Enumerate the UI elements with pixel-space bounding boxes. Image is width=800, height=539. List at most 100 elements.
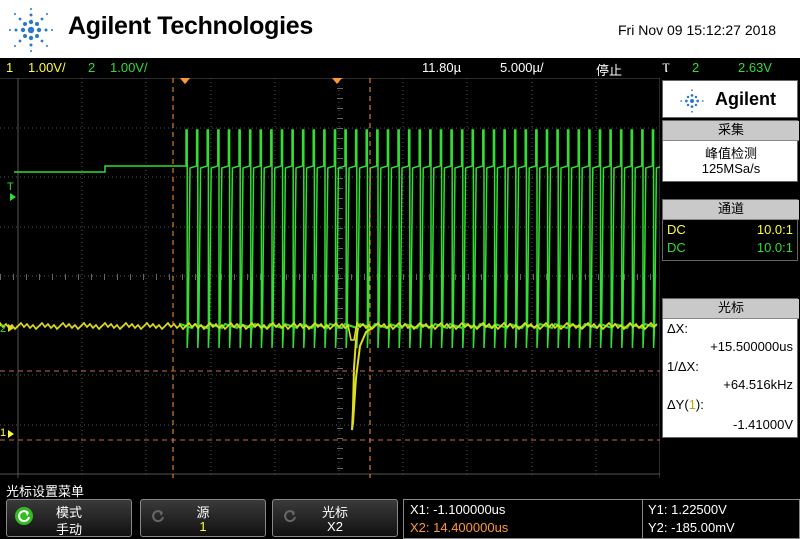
axis-tick bbox=[337, 408, 343, 409]
trigger-level[interactable]: 2.63V bbox=[738, 60, 772, 75]
sample-rate: 125MSa/s bbox=[701, 161, 761, 176]
axis-tick bbox=[299, 274, 300, 280]
axis-tick bbox=[337, 438, 343, 439]
axis-tick bbox=[337, 398, 343, 399]
axis-tick bbox=[533, 274, 534, 280]
acquire-mode: 峰值检测 bbox=[704, 147, 757, 162]
axis-tick bbox=[337, 148, 343, 149]
axis-tick bbox=[156, 274, 157, 280]
readout-divider bbox=[642, 500, 643, 538]
axis-tick bbox=[117, 274, 118, 280]
cursor-readout: X1: -1.100000us X2: 14.400000us Y1: 1.22… bbox=[403, 499, 800, 539]
axis-tick bbox=[286, 274, 287, 280]
panel-logo-box: Agilent bbox=[662, 80, 798, 118]
source-softkey[interactable]: 源 1 bbox=[140, 499, 266, 537]
axis-tick bbox=[169, 274, 170, 280]
time-scale[interactable]: 5.000µ/ bbox=[500, 60, 544, 75]
ch1-probe: 10.0:1 bbox=[756, 222, 793, 237]
inv-dx-value: +64.516kHz bbox=[723, 377, 793, 392]
axis-tick bbox=[416, 274, 417, 280]
header-bar: Agilent Technologies Fri Nov 09 15:12:27… bbox=[0, 0, 800, 58]
waveform-display[interactable]: T 2 1 bbox=[0, 78, 660, 478]
axis-tick bbox=[429, 274, 430, 280]
axis-tick bbox=[234, 274, 235, 280]
ch1-number[interactable]: 1 bbox=[6, 60, 13, 75]
trigger-source[interactable]: 2 bbox=[692, 60, 699, 75]
ch2-ground-marker: 2 bbox=[0, 323, 6, 335]
time-delay[interactable]: 11.80µ bbox=[422, 60, 461, 75]
axis-tick bbox=[337, 288, 343, 289]
ch1-scale[interactable]: 1.00V/ bbox=[28, 60, 66, 75]
axis-tick bbox=[26, 274, 27, 280]
mode-softkey[interactable]: 模式 手动 bbox=[6, 499, 132, 538]
axis-tick bbox=[337, 428, 343, 429]
axis-tick bbox=[337, 118, 343, 119]
axis-tick bbox=[312, 274, 313, 280]
axis-tick bbox=[364, 274, 365, 280]
axis-tick bbox=[337, 308, 343, 309]
axis-tick bbox=[337, 108, 343, 109]
axis-tick bbox=[637, 274, 638, 280]
panel-brand: Agilent bbox=[715, 89, 776, 109]
x2-readout: X2: 14.400000us bbox=[410, 520, 509, 535]
axis-tick bbox=[481, 274, 482, 280]
axis-tick bbox=[337, 88, 343, 89]
channel-box[interactable]: 通道 DC 10.0:1 DC 10.0:1 bbox=[662, 199, 799, 261]
cursor-box[interactable]: 光标 ΔX: +15.500000us 1/ΔX: +64.516kHz ΔY(… bbox=[662, 298, 799, 438]
dx-label: ΔX: bbox=[667, 321, 688, 336]
axis-tick bbox=[65, 274, 66, 280]
axis-tick bbox=[337, 458, 343, 459]
acquire-box[interactable]: 采集 峰值检测 125MSa/s bbox=[662, 120, 799, 182]
dy-label: ΔY(1): bbox=[667, 397, 704, 412]
axis-tick bbox=[337, 348, 343, 349]
status-bar: 1 1.00V/ 2 1.00V/ 11.80µ 5.000µ/ 停止 Ⲧ 2 … bbox=[0, 58, 800, 78]
axis-tick bbox=[455, 274, 456, 280]
axis-tick bbox=[650, 274, 651, 280]
date-time: Fri Nov 09 15:12:27 2018 bbox=[618, 22, 776, 38]
axis-tick bbox=[624, 274, 625, 280]
axis-tick bbox=[247, 274, 248, 280]
axis-tick bbox=[337, 468, 343, 469]
ch1-coupling: DC bbox=[667, 222, 686, 237]
axis-tick bbox=[337, 278, 343, 279]
axis-tick bbox=[337, 448, 343, 449]
cursor-title: 光标 bbox=[663, 299, 799, 319]
axis-tick bbox=[337, 158, 343, 159]
ch2-number[interactable]: 2 bbox=[88, 60, 95, 75]
cursor-softkey-value: X2 bbox=[327, 519, 343, 534]
axis-tick bbox=[468, 274, 469, 280]
acquire-title: 采集 bbox=[663, 121, 799, 141]
mode-softkey-value: 手动 bbox=[55, 523, 82, 538]
axis-tick bbox=[52, 274, 53, 280]
axis-tick bbox=[338, 274, 339, 280]
axis-tick bbox=[337, 338, 343, 339]
axis-tick bbox=[572, 274, 573, 280]
dy-label-post: ): bbox=[695, 397, 704, 412]
axis-tick bbox=[337, 368, 343, 369]
cursor-softkey[interactable]: 光标 X2 bbox=[272, 499, 398, 537]
agilent-spark-logo bbox=[9, 8, 53, 52]
axis-tick bbox=[195, 274, 196, 280]
dy-label-pre: ΔY( bbox=[667, 397, 689, 412]
inv-dx-label: 1/ΔX: bbox=[667, 359, 699, 374]
axis-tick bbox=[403, 274, 404, 280]
axis-tick bbox=[337, 358, 343, 359]
ch2-coupling: DC bbox=[667, 240, 686, 255]
axis-tick bbox=[182, 274, 183, 280]
ch2-scale[interactable]: 1.00V/ bbox=[110, 60, 148, 75]
axis-tick bbox=[337, 378, 343, 379]
ch2-probe: 10.0:1 bbox=[756, 240, 793, 255]
axis-tick bbox=[351, 274, 352, 280]
axis-tick bbox=[104, 274, 105, 280]
y1-readout: Y1: 1.22500V bbox=[648, 502, 727, 517]
axis-tick bbox=[91, 274, 92, 280]
run-state[interactable]: 停止 bbox=[596, 60, 622, 79]
source-softkey-value: 1 bbox=[199, 519, 207, 534]
axis-tick bbox=[78, 274, 79, 280]
axis-tick bbox=[143, 274, 144, 280]
dy-label-channel: 1 bbox=[688, 397, 696, 412]
menu-title: 光标设置菜单 bbox=[6, 485, 85, 500]
axis-tick bbox=[520, 274, 521, 280]
trigger-edge-icon: Ⲧ bbox=[662, 60, 670, 75]
axis-tick bbox=[337, 128, 343, 129]
